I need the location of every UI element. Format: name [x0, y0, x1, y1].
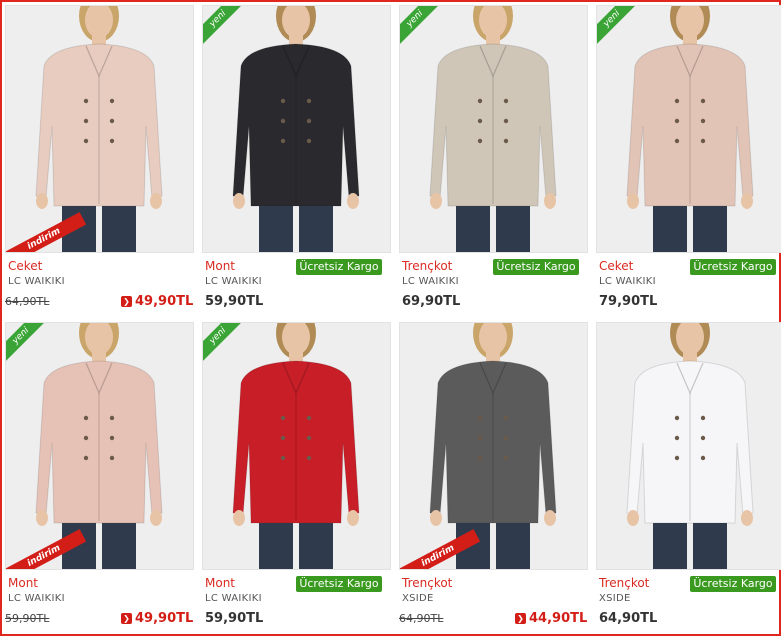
free-shipping-badge: Ücretsiz Kargo	[690, 259, 776, 275]
product-brand: XSIDE	[402, 593, 434, 604]
chevron-right-icon: ❯	[515, 613, 526, 624]
product-brand: LC WAIKIKI	[205, 276, 262, 287]
product-category-link[interactable]: Trençkot	[599, 576, 649, 590]
product-brand: LC WAIKIKI	[8, 593, 65, 604]
product-image[interactable]: yeni	[202, 5, 391, 253]
product-image[interactable]: indirim	[5, 5, 194, 253]
free-shipping-badge: Ücretsiz Kargo	[296, 576, 382, 592]
old-price: 64,90TL	[5, 295, 50, 308]
product-category-link[interactable]: Mont	[205, 576, 235, 590]
sale-price-text: 49,90TL	[135, 294, 194, 309]
product-card[interactable]: yeni Ceket LC WAIKIKI Ücretsiz Kargo 79,90TL	[596, 5, 781, 318]
product-category-link[interactable]: Trençkot	[402, 576, 452, 590]
product-grid-frame: indirim Ceket LC WAIKIKI 64,90TL ❯ 49,90TL ye…	[0, 0, 781, 636]
old-price: 59,90TL	[5, 612, 50, 625]
product-card[interactable]: Trençkot XSIDE Ücretsiz Kargo 64,90TL	[596, 322, 781, 635]
product-image[interactable]: yeni	[596, 5, 781, 253]
product-card[interactable]: yeni Mont LC WAIKIKI Ücretsiz Kargo 59,90TL	[202, 5, 393, 318]
product-price: 59,90TL	[205, 611, 264, 626]
product-brand: XSIDE	[599, 593, 631, 604]
product-category-link[interactable]: Mont	[205, 259, 235, 273]
product-brand: LC WAIKIKI	[8, 276, 65, 287]
sale-price: ❯ 49,90TL	[121, 294, 193, 309]
product-card[interactable]: yeni indirim Mont LC WAIKIKI 59,90TL ❯ 49,90TL	[5, 322, 196, 635]
product-image[interactable]: yeni	[202, 322, 391, 570]
product-category-link[interactable]: Mont	[8, 576, 38, 590]
product-price: 64,90TL	[599, 611, 658, 626]
sale-price: ❯ 44,90TL	[515, 611, 587, 626]
product-brand: LC WAIKIKI	[599, 276, 656, 287]
free-shipping-badge: Ücretsiz Kargo	[296, 259, 382, 275]
product-price: 79,90TL	[599, 294, 658, 309]
product-brand: LC WAIKIKI	[205, 593, 262, 604]
free-shipping-badge: Ücretsiz Kargo	[493, 259, 579, 275]
product-card[interactable]: yeni Mont LC WAIKIKI Ücretsiz Kargo 59,90TL	[202, 322, 393, 635]
free-shipping-badge: Ücretsiz Kargo	[690, 576, 776, 592]
product-category-link[interactable]: Trençkot	[402, 259, 452, 273]
product-brand: LC WAIKIKI	[402, 276, 459, 287]
product-card[interactable]: indirim Ceket LC WAIKIKI 64,90TL ❯ 49,90TL	[5, 5, 196, 318]
old-price: 64,90TL	[399, 612, 444, 625]
product-card[interactable]: indirim Trençkot XSIDE 64,90TL ❯ 44,90TL	[399, 322, 590, 635]
product-category-link[interactable]: Ceket	[599, 259, 633, 273]
chevron-right-icon: ❯	[121, 613, 132, 624]
sale-price: ❯ 49,90TL	[121, 611, 193, 626]
product-category-link[interactable]: Ceket	[8, 259, 42, 273]
chevron-right-icon: ❯	[121, 296, 132, 307]
product-image[interactable]: yeni indirim	[5, 322, 194, 570]
sale-price-text: 49,90TL	[135, 611, 194, 626]
product-price: 69,90TL	[402, 294, 461, 309]
sale-price-text: 44,90TL	[529, 611, 588, 626]
product-image[interactable]: indirim	[399, 322, 588, 570]
product-image[interactable]	[596, 322, 781, 570]
product-card[interactable]: yeni Trençkot LC WAIKIKI Ücretsiz Kargo 69,9…	[399, 5, 590, 318]
product-price: 59,90TL	[205, 294, 264, 309]
product-image[interactable]: yeni	[399, 5, 588, 253]
